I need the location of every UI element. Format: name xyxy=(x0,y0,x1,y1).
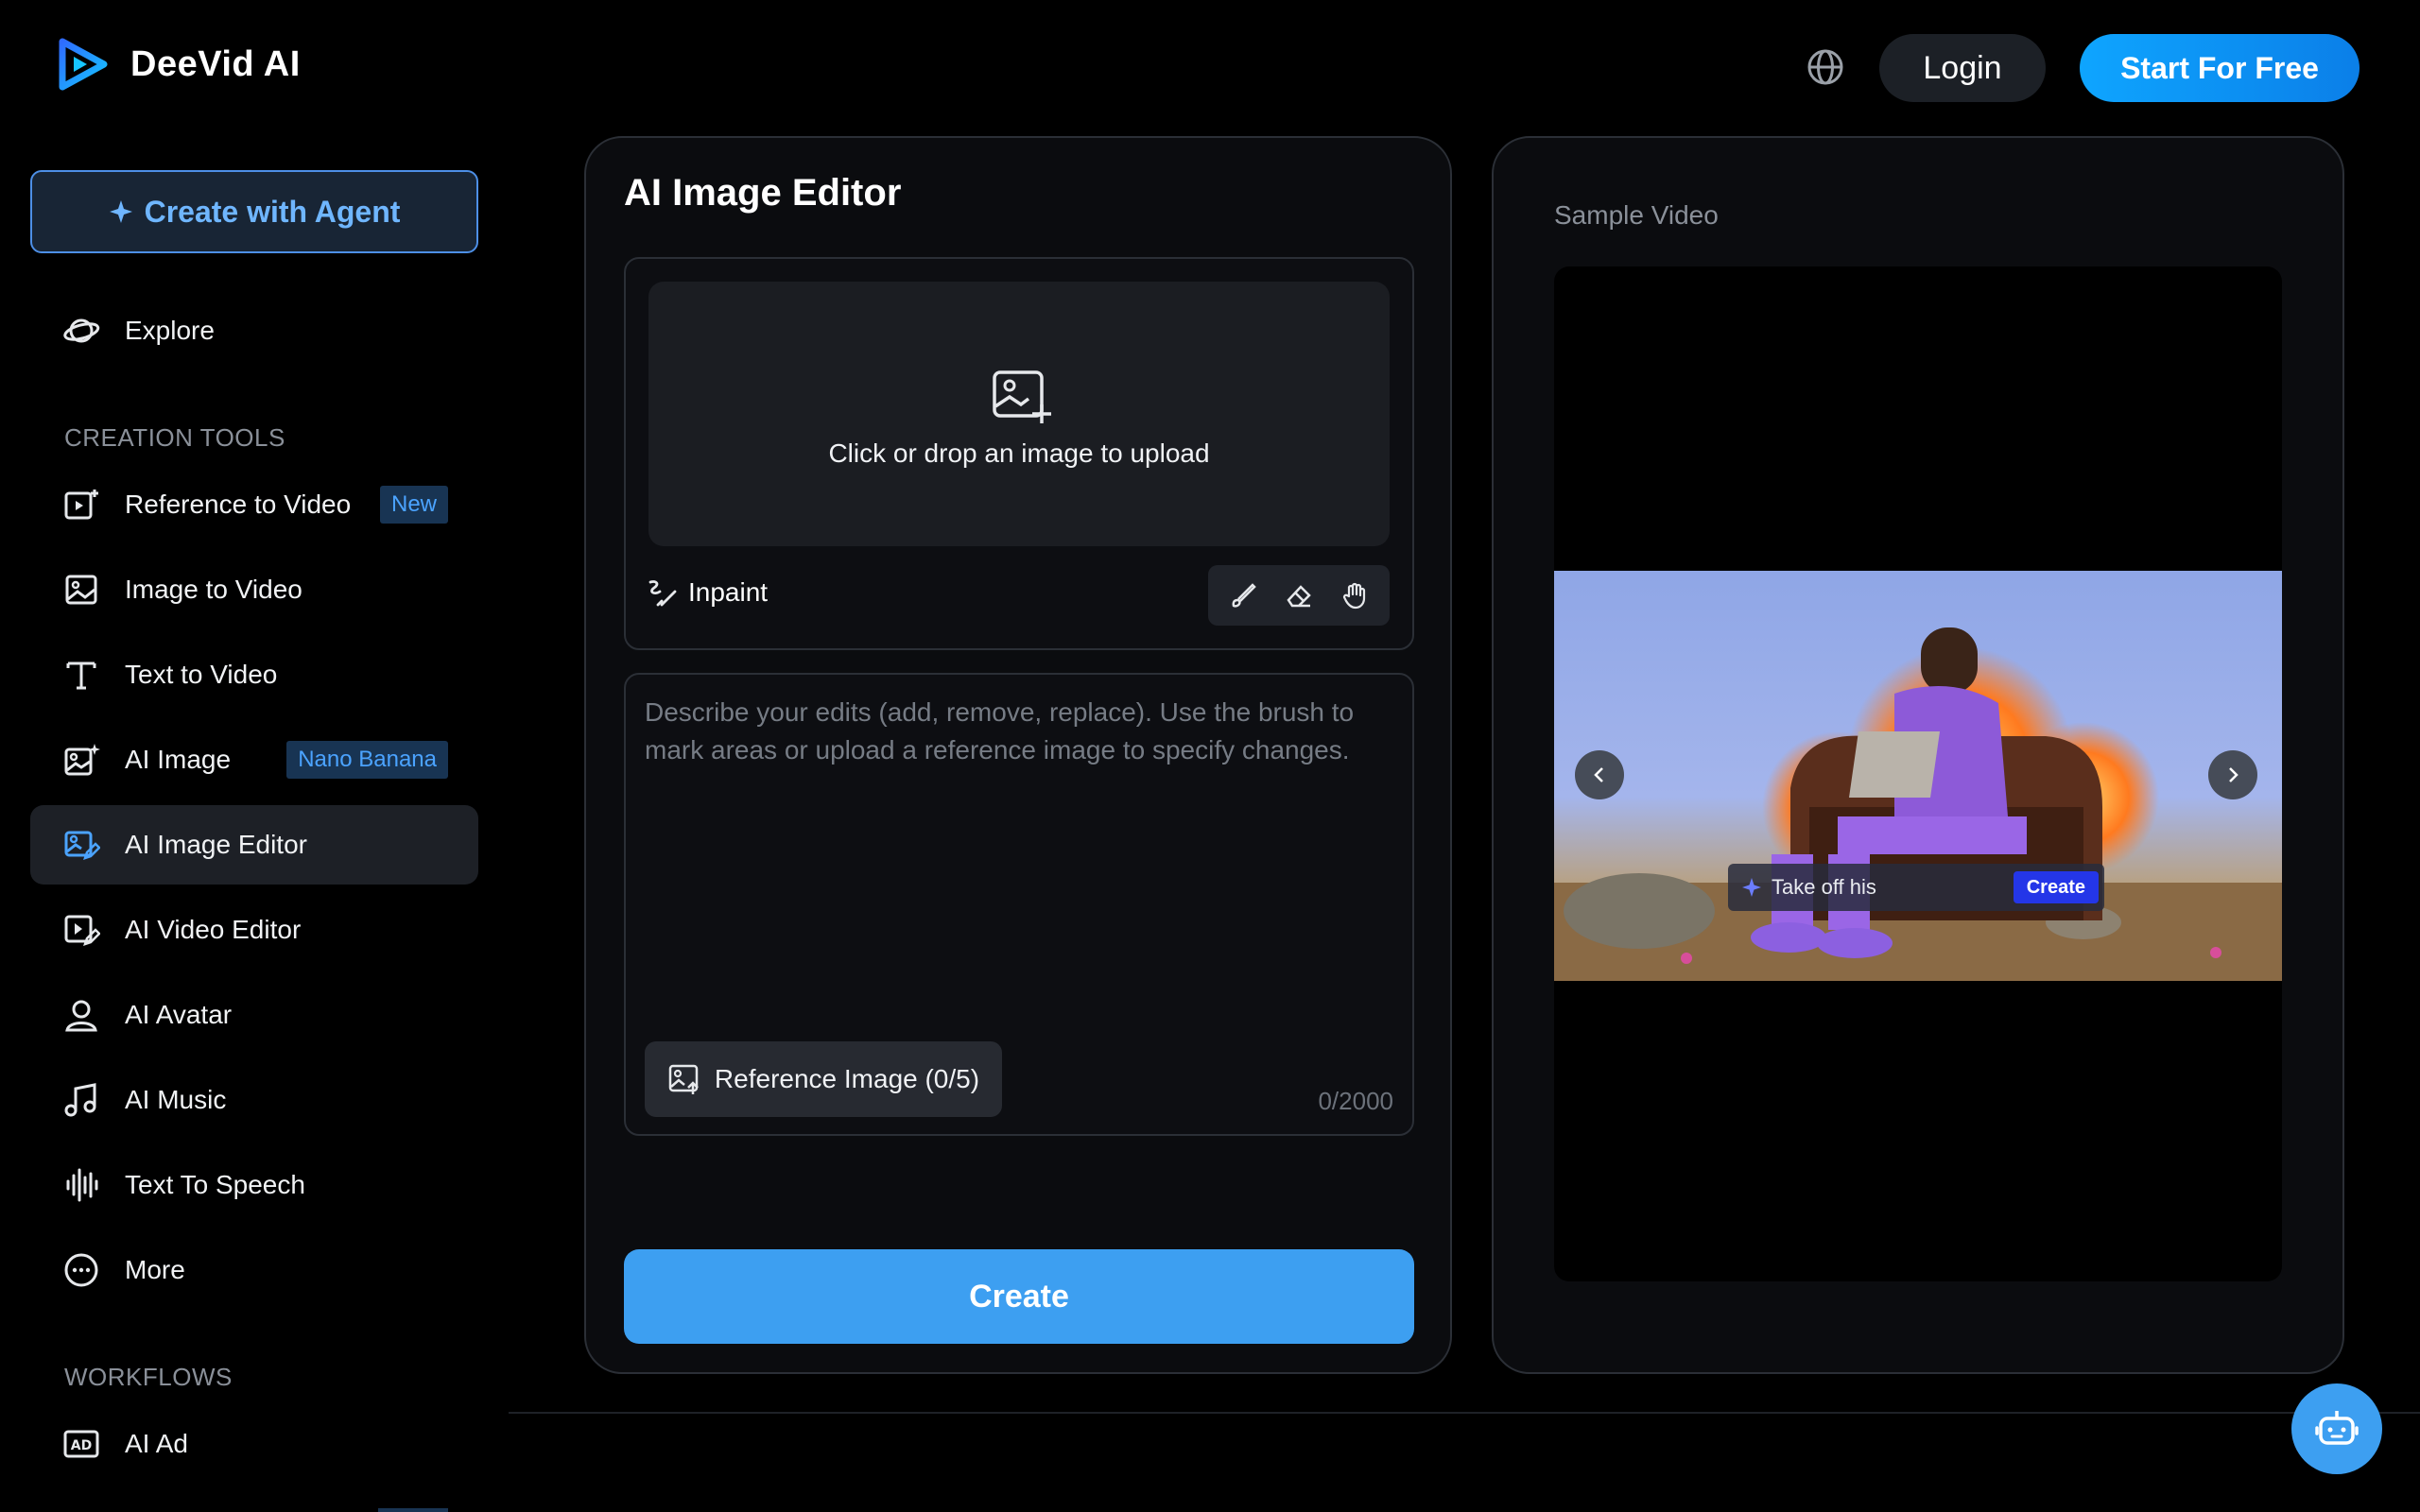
new-badge: New xyxy=(379,486,448,524)
sidebar-item-ai-avatar[interactable]: AI Avatar xyxy=(30,975,478,1055)
image-sparkle-icon xyxy=(62,741,100,779)
create-button[interactable]: Create xyxy=(624,1249,1414,1344)
workflow-badge-edge xyxy=(378,1508,448,1512)
sidebar-item-label: AI Image xyxy=(125,745,232,774)
chevron-right-icon xyxy=(2229,767,2238,782)
nano-banana-badge: Nano Banana xyxy=(286,741,448,779)
create-with-agent-button[interactable]: Create with Agent xyxy=(30,170,478,253)
workflows-heading: WORKFLOWS xyxy=(64,1363,233,1391)
hand-pan-icon[interactable] xyxy=(1338,578,1372,612)
eraser-icon[interactable] xyxy=(1282,578,1316,612)
sample-create-button: Create xyxy=(2013,871,2099,903)
creation-tools-heading: CREATION TOOLS xyxy=(64,423,285,452)
sidebar-item-label: More xyxy=(125,1255,185,1284)
inpaint-label: Inpaint xyxy=(688,577,769,607)
language-globe-icon[interactable] xyxy=(1806,47,1845,87)
sidebar-item-label: AI Image Editor xyxy=(125,830,307,859)
sidebar-item-label: Reference to Video xyxy=(125,490,352,519)
previous-sample-button[interactable] xyxy=(1575,750,1624,799)
image-edit-icon xyxy=(62,826,100,864)
deevid-logo-icon xyxy=(59,38,108,91)
sample-prompt-overlay: Take off his Create xyxy=(1728,864,2104,911)
footer-divider xyxy=(509,1412,2420,1414)
brand-name: DeeVid AI xyxy=(130,43,301,84)
sidebar-item-label: Image to Video xyxy=(125,575,302,604)
start-for-free-button[interactable]: Start For Free xyxy=(2080,34,2360,102)
waveform-icon xyxy=(62,1166,100,1204)
edit-prompt-placeholder: Describe your edits (add, remove, replac… xyxy=(645,697,1355,765)
planet-icon xyxy=(62,312,100,350)
avatar-icon xyxy=(62,996,100,1034)
sidebar-item-label: AI Avatar xyxy=(125,1000,233,1029)
video-plus-icon xyxy=(62,486,100,524)
sidebar-item-image-to-video[interactable]: Image to Video xyxy=(30,550,478,629)
sidebar-item-label: Text to Video xyxy=(125,660,278,689)
music-icon xyxy=(62,1081,100,1119)
text-icon xyxy=(62,656,100,694)
sidebar-item-label: AI Music xyxy=(125,1085,227,1114)
next-sample-button[interactable] xyxy=(2208,750,2257,799)
image-upload-icon xyxy=(993,370,1051,423)
inpaint-toolbar xyxy=(1208,565,1390,626)
sample-video-label: Sample Video xyxy=(1554,200,1719,230)
sidebar-item-label: AI Ad xyxy=(125,1429,188,1458)
assistant-chat-button[interactable] xyxy=(2291,1383,2382,1474)
sidebar-item-reference-to-video[interactable]: Reference to Video New xyxy=(30,465,478,544)
sidebar-item-label: Explore xyxy=(125,316,215,345)
sidebar-item-text-to-video[interactable]: Text to Video xyxy=(30,635,478,714)
page-title: AI Image Editor xyxy=(624,172,902,214)
sample-prompt-text: Take off his xyxy=(1772,875,1876,899)
sidebar-item-label: Text To Speech xyxy=(125,1170,305,1199)
reference-image-label: Reference Image (0/5) xyxy=(714,1064,980,1093)
sidebar-item-explore[interactable]: Explore xyxy=(30,291,478,370)
character-counter: 0/2000 xyxy=(1318,1087,1393,1115)
svg-text:AD: AD xyxy=(71,1438,92,1453)
chevron-left-icon xyxy=(1594,767,1603,782)
sample-scene-illustration xyxy=(1554,627,2282,981)
more-icon xyxy=(62,1251,100,1289)
brush-icon[interactable] xyxy=(1226,578,1260,612)
sidebar-item-label: AI Video Editor xyxy=(125,915,302,944)
sidebar-item-ai-video-editor[interactable]: AI Video Editor xyxy=(30,890,478,970)
reference-image-button[interactable]: Reference Image (0/5) xyxy=(645,1041,1002,1117)
upload-instruction: Click or drop an image to upload xyxy=(828,438,1210,468)
sidebar-item-ai-ad[interactable]: AD AI Ad xyxy=(30,1404,478,1484)
image-icon xyxy=(62,571,100,609)
sparkle-small-icon xyxy=(1742,878,1761,897)
sidebar-item-more[interactable]: More xyxy=(30,1230,478,1310)
login-button[interactable]: Login xyxy=(1879,34,2046,102)
inpaint-label-group: Inpaint xyxy=(647,576,768,609)
sidebar-item-text-to-speech[interactable]: Text To Speech xyxy=(30,1145,478,1225)
sidebar-item-ai-image-editor[interactable]: AI Image Editor xyxy=(30,805,478,885)
brush-stroke-icon xyxy=(648,580,677,607)
sidebar-item-ai-image[interactable]: AI Image Nano Banana xyxy=(30,720,478,799)
ad-icon: AD xyxy=(62,1425,100,1463)
video-edit-icon xyxy=(62,911,100,949)
robot-icon xyxy=(2315,1411,2359,1445)
brand-logo[interactable]: DeeVid AI xyxy=(57,38,301,91)
image-upload-small-icon xyxy=(668,1064,699,1094)
sample-video-frame xyxy=(1554,571,2282,981)
sidebar-item-ai-music[interactable]: AI Music xyxy=(30,1060,478,1140)
sparkle-icon xyxy=(109,200,132,223)
create-with-agent-label: Create with Agent xyxy=(144,194,401,229)
